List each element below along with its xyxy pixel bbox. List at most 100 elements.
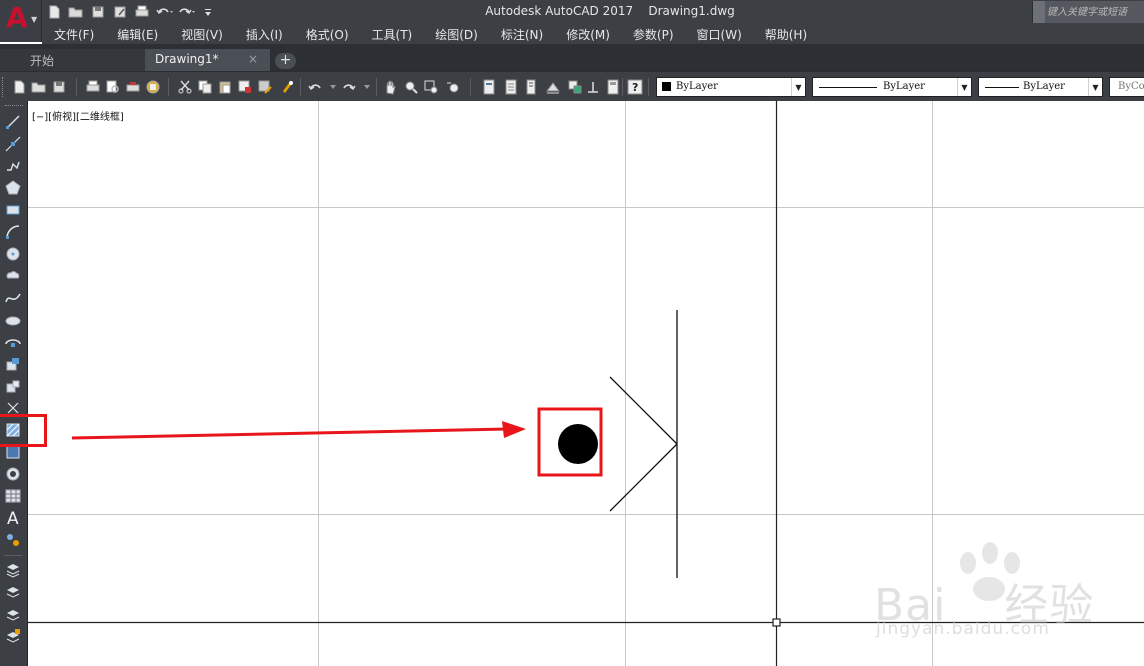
- make-block-icon[interactable]: [4, 377, 22, 395]
- undo-icon[interactable]: [154, 2, 174, 22]
- chevron-down-icon[interactable]: ▼: [957, 78, 971, 96]
- circle-icon[interactable]: [4, 245, 22, 263]
- construction-line-icon[interactable]: [4, 135, 22, 153]
- lineweight-combo[interactable]: ByLayer ▼: [978, 77, 1103, 97]
- layer-state-icon[interactable]: [4, 583, 22, 601]
- linetype-combo[interactable]: ByLayer ▼: [812, 77, 972, 97]
- menu-dimension[interactable]: 标注(N): [489, 26, 543, 43]
- search-input[interactable]: [1047, 4, 1143, 20]
- brush-icon[interactable]: [278, 78, 296, 96]
- tab-drawing1[interactable]: Drawing1* ×: [145, 49, 270, 71]
- save-icon[interactable]: [88, 2, 108, 22]
- new-icon[interactable]: [10, 78, 28, 96]
- 3d-dwf-icon[interactable]: [144, 78, 162, 96]
- chevron-down-icon[interactable]: ▼: [791, 78, 805, 96]
- chevron-down-icon[interactable]: [358, 78, 376, 96]
- redo-icon[interactable]: [176, 2, 196, 22]
- toolbar-separator: [622, 78, 623, 96]
- zoom-window-icon[interactable]: [422, 78, 440, 96]
- cut-icon[interactable]: [176, 78, 194, 96]
- polyline-icon[interactable]: [4, 157, 22, 175]
- menu-format[interactable]: 格式(O): [294, 26, 349, 43]
- tab-start-label: 开始: [30, 54, 55, 68]
- draw-toolbar: A: [0, 101, 28, 666]
- polygon-icon[interactable]: [4, 179, 22, 197]
- layer-previous-icon[interactable]: [4, 605, 22, 623]
- customize-qat-icon[interactable]: [198, 2, 218, 22]
- quickcalc-icon[interactable]: [584, 78, 602, 96]
- annotation-box-hatch: [0, 414, 47, 447]
- open-file-icon[interactable]: [66, 2, 86, 22]
- upper-diagonal-line: [609, 376, 678, 445]
- plot-preview-icon[interactable]: [104, 78, 122, 96]
- ellipse-arc-icon[interactable]: [4, 333, 22, 351]
- publish-icon[interactable]: [124, 78, 142, 96]
- copy-icon[interactable]: [196, 78, 214, 96]
- match-properties-icon[interactable]: [236, 78, 254, 96]
- save-icon[interactable]: [50, 78, 68, 96]
- calculator-icon[interactable]: [604, 78, 622, 96]
- redo-icon[interactable]: [340, 78, 358, 96]
- svg-text:A: A: [7, 509, 19, 527]
- design-center-icon[interactable]: [502, 78, 520, 96]
- new-tab-button[interactable]: +: [275, 53, 296, 69]
- standard-toolbar: ? ByLayer ▼ ByLayer ▼ ByLayer ▼ ByColor: [0, 71, 1144, 101]
- solid-dot: [558, 424, 598, 464]
- color-combo[interactable]: ByLayer ▼: [656, 77, 806, 97]
- annotation-arrow-line: [71, 427, 509, 440]
- menu-file[interactable]: 文件(F): [42, 26, 94, 43]
- menu-draw[interactable]: 绘图(D): [423, 26, 478, 43]
- save-as-icon[interactable]: [110, 2, 130, 22]
- toolbar-separator: [376, 78, 377, 96]
- menu-window[interactable]: 窗口(W): [685, 26, 742, 43]
- open-icon[interactable]: [30, 78, 48, 96]
- insert-block-icon[interactable]: [4, 355, 22, 373]
- region-icon[interactable]: [4, 465, 22, 483]
- rectangle-icon[interactable]: [4, 201, 22, 219]
- linetype-combo-value: ByLayer: [883, 81, 925, 92]
- layer-isolate-icon[interactable]: [4, 627, 22, 645]
- diode-symbol: [609, 310, 678, 578]
- color-combo-value: ByLayer: [676, 81, 718, 92]
- chevron-down-icon[interactable]: ▼: [1088, 78, 1102, 96]
- close-icon[interactable]: ×: [248, 52, 258, 66]
- new-file-icon[interactable]: [44, 2, 64, 22]
- line-icon[interactable]: [4, 113, 22, 131]
- print-icon[interactable]: [132, 2, 152, 22]
- menu-help[interactable]: 帮助(H): [753, 26, 807, 43]
- toolbar-separator: [168, 78, 169, 96]
- drawing-canvas[interactable]: [−][俯视][二维线框] Bai 经验 jingyan.baidu.com: [28, 101, 1144, 666]
- table-icon[interactable]: [4, 487, 22, 505]
- toolbar-grip[interactable]: [2, 77, 5, 97]
- menu-parametric[interactable]: 参数(P): [621, 26, 674, 43]
- zoom-previous-icon[interactable]: [444, 78, 462, 96]
- sheet-set-icon[interactable]: [544, 78, 562, 96]
- menu-view[interactable]: 视图(V): [169, 26, 223, 43]
- add-selected-icon[interactable]: [4, 531, 22, 549]
- menu-modify[interactable]: 修改(M): [554, 26, 610, 43]
- menu-tools[interactable]: 工具(T): [360, 26, 413, 43]
- block-editor-icon[interactable]: [256, 78, 274, 96]
- zoom-realtime-icon[interactable]: [402, 78, 420, 96]
- viewport-controls-label[interactable]: [−][俯视][二维线框]: [32, 108, 124, 123]
- revision-cloud-icon[interactable]: [4, 267, 22, 285]
- menu-edit[interactable]: 编辑(E): [105, 26, 158, 43]
- layer-properties-icon[interactable]: [4, 561, 22, 579]
- application-menu-button[interactable]: A ▼: [0, 0, 42, 42]
- menu-insert[interactable]: 插入(I): [234, 26, 283, 43]
- markup-icon[interactable]: [566, 78, 584, 96]
- ellipse-icon[interactable]: [4, 311, 22, 329]
- help-icon[interactable]: ?: [626, 78, 644, 96]
- multiline-text-icon[interactable]: A: [4, 509, 22, 527]
- tool-palettes-icon[interactable]: [522, 78, 540, 96]
- tab-start[interactable]: 开始: [0, 49, 145, 71]
- plot-icon[interactable]: [84, 78, 102, 96]
- toolbar-grip[interactable]: [5, 105, 23, 108]
- properties-icon[interactable]: [480, 78, 498, 96]
- arc-icon[interactable]: [4, 223, 22, 241]
- paste-icon[interactable]: [216, 78, 234, 96]
- pan-hand-icon[interactable]: [382, 78, 400, 96]
- plotstyle-combo[interactable]: ByColor: [1109, 77, 1144, 97]
- undo-icon[interactable]: [306, 78, 324, 96]
- spline-icon[interactable]: [4, 289, 22, 307]
